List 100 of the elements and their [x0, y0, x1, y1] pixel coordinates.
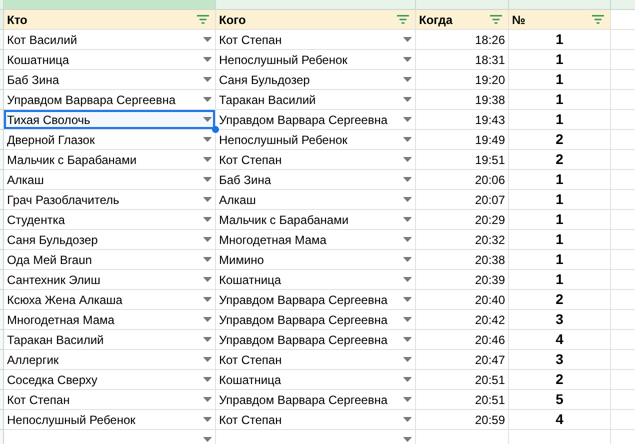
table-cell: 3: [509, 350, 611, 370]
dropdown-caret-icon[interactable]: [403, 297, 412, 302]
filter-icon[interactable]: [490, 15, 502, 24]
dropdown-caret-icon[interactable]: [403, 317, 412, 322]
dropdown-cell[interactable]: Аллергик: [4, 350, 216, 370]
dropdown-cell[interactable]: Непослушный Ребенок: [216, 50, 416, 70]
dropdown-cell[interactable]: Кот Степан: [216, 350, 416, 370]
dropdown-caret-icon[interactable]: [203, 397, 212, 402]
dropdown-cell[interactable]: Дверной Глазок: [4, 130, 216, 150]
dropdown-caret-icon[interactable]: [203, 437, 212, 442]
dropdown-caret-icon[interactable]: [403, 357, 412, 362]
dropdown-cell[interactable]: Алкаш: [216, 190, 416, 210]
dropdown-cell[interactable]: Баб Зина: [216, 170, 416, 190]
dropdown-cell[interactable]: Кот Степан: [216, 30, 416, 50]
dropdown-caret-icon[interactable]: [203, 317, 212, 322]
dropdown-caret-icon[interactable]: [203, 337, 212, 342]
fill-handle[interactable]: [212, 126, 219, 133]
dropdown-cell[interactable]: Управдом Варвара Сергеевна: [4, 90, 216, 110]
dropdown-caret-icon[interactable]: [203, 197, 212, 202]
dropdown-caret-icon[interactable]: [203, 157, 212, 162]
filter-icon[interactable]: [397, 15, 409, 24]
dropdown-caret-icon[interactable]: [403, 137, 412, 142]
dropdown-caret-icon[interactable]: [403, 117, 412, 122]
table-cell: 18:31: [416, 50, 509, 70]
dropdown-caret-icon[interactable]: [203, 217, 212, 222]
dropdown-caret-icon[interactable]: [203, 117, 212, 122]
table-cell: 1: [509, 230, 611, 250]
dropdown-cell[interactable]: Саня Бульдозер: [4, 230, 216, 250]
dropdown-cell[interactable]: Соседка Сверху: [4, 370, 216, 390]
dropdown-cell[interactable]: Кот Степан: [4, 390, 216, 410]
dropdown-cell[interactable]: Управдом Варвара Сергеевна: [216, 290, 416, 310]
dropdown-cell[interactable]: Таракан Василий: [4, 330, 216, 350]
dropdown-caret-icon[interactable]: [403, 337, 412, 342]
dropdown-caret-icon[interactable]: [403, 217, 412, 222]
table-cell: 19:51: [416, 150, 509, 170]
header-label: Когда: [419, 12, 452, 28]
header-label: №: [512, 12, 526, 28]
dropdown-cell[interactable]: Многодетная Мама: [216, 230, 416, 250]
dropdown-cell[interactable]: Кот Василий: [4, 30, 216, 50]
dropdown-cell[interactable]: Саня Бульдозер: [216, 70, 416, 90]
dropdown-cell[interactable]: Таракан Василий: [216, 90, 416, 110]
dropdown-caret-icon[interactable]: [203, 77, 212, 82]
dropdown-cell[interactable]: Непослушный Ребенок: [4, 410, 216, 430]
table-cell: 20:51: [416, 390, 509, 410]
dropdown-cell[interactable]: Алкаш: [4, 170, 216, 190]
dropdown-caret-icon[interactable]: [203, 377, 212, 382]
dropdown-cell[interactable]: Кошатница: [216, 370, 416, 390]
dropdown-cell[interactable]: Многодетная Мама: [4, 310, 216, 330]
dropdown-caret-icon[interactable]: [403, 57, 412, 62]
filter-icon[interactable]: [197, 15, 209, 24]
dropdown-cell[interactable]: Кошатница: [4, 50, 216, 70]
dropdown-cell[interactable]: Кошатница: [216, 270, 416, 290]
dropdown-caret-icon[interactable]: [403, 77, 412, 82]
dropdown-cell[interactable]: Сантехник Элиш: [4, 270, 216, 290]
dropdown-cell[interactable]: Мимино: [216, 250, 416, 270]
dropdown-caret-icon[interactable]: [203, 277, 212, 282]
dropdown-caret-icon[interactable]: [403, 397, 412, 402]
dropdown-caret-icon[interactable]: [403, 97, 412, 102]
dropdown-cell[interactable]: Ксюха Жена Алкаша: [4, 290, 216, 310]
dropdown-caret-icon[interactable]: [403, 37, 412, 42]
dropdown-cell[interactable]: Тихая Сволочь: [4, 110, 216, 130]
dropdown-cell[interactable]: Управдом Варвара Сергеевна: [216, 330, 416, 350]
dropdown-cell[interactable]: Непослушный Ребенок: [216, 130, 416, 150]
dropdown-cell[interactable]: Управдом Варвара Сергеевна: [216, 390, 416, 410]
dropdown-caret-icon[interactable]: [403, 197, 412, 202]
dropdown-caret-icon[interactable]: [203, 237, 212, 242]
dropdown-cell[interactable]: Баб Зина: [4, 70, 216, 90]
dropdown-cell[interactable]: Управдом Варвара Сергеевна: [216, 110, 416, 130]
dropdown-caret-icon[interactable]: [203, 257, 212, 262]
dropdown-cell[interactable]: Грач Разоблачитель: [4, 190, 216, 210]
dropdown-caret-icon[interactable]: [203, 97, 212, 102]
filter-icon[interactable]: [592, 15, 604, 24]
dropdown-caret-icon[interactable]: [203, 137, 212, 142]
dropdown-caret-icon[interactable]: [403, 437, 412, 442]
dropdown-cell[interactable]: Мальчик с Барабанами: [216, 210, 416, 230]
dropdown-caret-icon[interactable]: [203, 57, 212, 62]
dropdown-caret-icon[interactable]: [403, 417, 412, 422]
dropdown-caret-icon[interactable]: [403, 237, 412, 242]
dropdown-caret-icon[interactable]: [203, 177, 212, 182]
dropdown-cell[interactable]: Мальчик с Барабанами: [4, 150, 216, 170]
table-cell: 20:39: [416, 270, 509, 290]
dropdown-cell[interactable]: Ода Мей Braun: [4, 250, 216, 270]
table-cell: 20:07: [416, 190, 509, 210]
dropdown-caret-icon[interactable]: [403, 157, 412, 162]
dropdown-caret-icon[interactable]: [403, 177, 412, 182]
dropdown-caret-icon[interactable]: [403, 377, 412, 382]
dropdown-cell[interactable]: Управдом Варвара Сергеевна: [216, 310, 416, 330]
dropdown-caret-icon[interactable]: [403, 277, 412, 282]
table-cell: 20:38: [416, 250, 509, 270]
table-cell: 2: [509, 290, 611, 310]
table-cell: 20:59: [416, 410, 509, 430]
dropdown-caret-icon[interactable]: [403, 257, 412, 262]
dropdown-cell[interactable]: Кот Степан: [216, 150, 416, 170]
dropdown-caret-icon[interactable]: [203, 357, 212, 362]
dropdown-caret-icon[interactable]: [203, 37, 212, 42]
dropdown-caret-icon[interactable]: [203, 417, 212, 422]
dropdown-cell[interactable]: Кот Степан: [216, 410, 416, 430]
dropdown-caret-icon[interactable]: [203, 297, 212, 302]
dropdown-cell[interactable]: Студентка: [4, 210, 216, 230]
table-cell: 2: [509, 130, 611, 150]
